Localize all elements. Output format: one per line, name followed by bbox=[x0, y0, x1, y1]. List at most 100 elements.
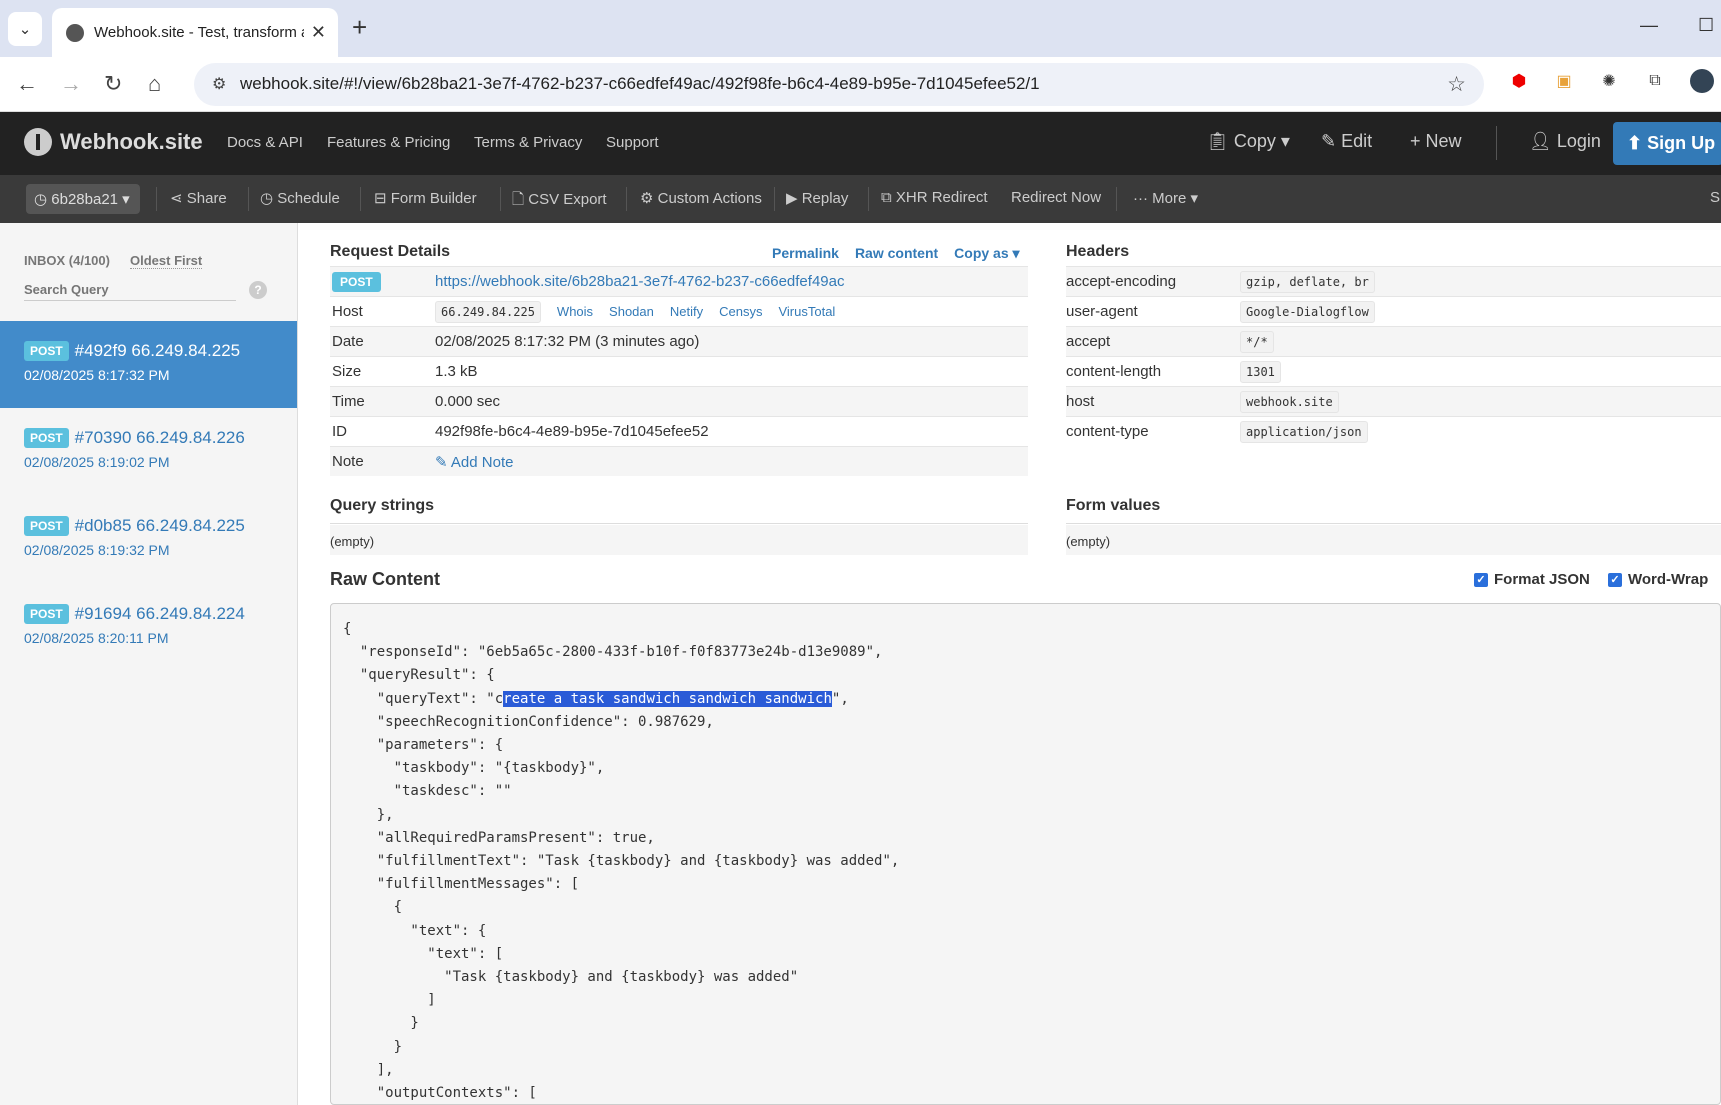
extensions-puzzle-icon[interactable]: ⧉ bbox=[1643, 69, 1667, 93]
new-button[interactable]: + New bbox=[1410, 131, 1462, 152]
maximize-icon[interactable]: ☐ bbox=[1698, 15, 1714, 36]
add-note-button[interactable]: ✎ Add Note bbox=[435, 453, 1028, 471]
request-item[interactable]: POST #492f9 66.249.84.225 02/08/2025 8:17… bbox=[0, 321, 297, 408]
reload-icon[interactable]: ↻ bbox=[104, 71, 122, 97]
divider bbox=[156, 187, 157, 211]
date-label: Date bbox=[332, 333, 364, 350]
tab-search-button[interactable]: ⌄ bbox=[8, 12, 42, 46]
logo-text: Webhook.site bbox=[60, 129, 203, 154]
replay-button[interactable]: ▶ Replay bbox=[786, 189, 848, 207]
raw-content-link[interactable]: Raw content bbox=[855, 245, 938, 262]
custom-actions-button[interactable]: ⚙ Custom Actions bbox=[640, 189, 762, 207]
bookmark-star-icon[interactable]: ☆ bbox=[1447, 72, 1466, 97]
header-value: webhook.site bbox=[1240, 390, 1339, 413]
tab-title: Webhook.site - Test, transform a bbox=[94, 24, 304, 41]
site-logo[interactable]: Webhook.site bbox=[24, 128, 203, 156]
image-extension-icon[interactable]: ▣ bbox=[1552, 69, 1576, 93]
upload-icon: ⬆ bbox=[1627, 133, 1648, 153]
sort-oldest-first[interactable]: Oldest First bbox=[130, 253, 203, 269]
signup-button[interactable]: ⬆ Sign Up bbox=[1613, 122, 1721, 165]
time-value: 0.000 sec bbox=[435, 393, 501, 410]
id-label: ID bbox=[332, 423, 347, 440]
size-value: 1.3 kB bbox=[435, 363, 478, 380]
request-item[interactable]: POST #70390 66.249.84.226 02/08/2025 8:19… bbox=[0, 408, 297, 495]
form-values-value: (empty) bbox=[1066, 525, 1721, 555]
nav-features[interactable]: Features & Pricing bbox=[327, 134, 450, 151]
browser-tab[interactable]: Webhook.site - Test, transform a ✕ bbox=[52, 8, 338, 57]
virustotal-link[interactable]: VirusTotal bbox=[778, 304, 835, 319]
nav-support[interactable]: Support bbox=[606, 134, 659, 151]
nav-terms[interactable]: Terms & Privacy bbox=[474, 134, 582, 151]
table-row: user-agent Google-Dialogflow bbox=[1066, 296, 1721, 326]
time-label: Time bbox=[332, 393, 365, 410]
url-text[interactable]: webhook.site/#!/view/6b28ba21-3e7f-4762-… bbox=[240, 74, 1040, 94]
header-value: gzip, deflate, br bbox=[1240, 270, 1375, 293]
form-icon: ⊟ bbox=[374, 190, 391, 207]
csv-export-button[interactable]: 🗋︎ CSV Export bbox=[512, 189, 607, 214]
copy-as-dropdown[interactable]: Copy as ▾ bbox=[954, 245, 1019, 262]
adblock-extension-icon[interactable]: ⬢ bbox=[1507, 69, 1531, 93]
form-builder-button[interactable]: ⊟ Form Builder bbox=[374, 189, 477, 207]
inbox-count: INBOX (4/100) bbox=[24, 253, 110, 268]
profile-avatar[interactable] bbox=[1690, 69, 1714, 93]
request-time: 02/08/2025 8:20:11 PM bbox=[24, 630, 169, 646]
plus-icon: + bbox=[1410, 131, 1426, 151]
table-row: Host 66.249.84.225 Whois Shodan Netify C… bbox=[330, 296, 1028, 326]
site-settings-icon[interactable]: ⚙ bbox=[212, 74, 226, 94]
forward-icon[interactable]: → bbox=[60, 71, 82, 97]
header-key: host bbox=[1066, 393, 1095, 410]
copy-button[interactable]: 📋︎ Copy ▾ bbox=[1206, 131, 1290, 152]
external-icon: ⧉ bbox=[881, 189, 896, 206]
request-url-link[interactable]: https://webhook.site/6b28ba21-3e7f-4762-… bbox=[435, 273, 844, 290]
divider bbox=[360, 187, 361, 211]
censys-link[interactable]: Censys bbox=[719, 304, 762, 319]
share-button[interactable]: ⋖ Share bbox=[170, 189, 227, 207]
table-row: Time 0.000 sec bbox=[330, 386, 1028, 416]
xhr-redirect-button[interactable]: ⧉ XHR Redirect bbox=[881, 189, 988, 206]
login-button[interactable]: 👤︎ Login bbox=[1529, 131, 1601, 152]
shodan-link[interactable]: Shodan bbox=[609, 304, 654, 319]
divider bbox=[1116, 187, 1117, 211]
share-icon: ⋖ bbox=[170, 190, 187, 207]
search-query-input[interactable] bbox=[24, 279, 236, 301]
request-sidebar: INBOX (4/100) Oldest First ? POST #492f9 … bbox=[0, 223, 298, 1105]
raw-content-body[interactable]: { "responseId": "6eb5a65c-2800-433f-b10f… bbox=[330, 603, 1721, 1105]
browser-tabbar: ⌄ Webhook.site - Test, transform a ✕ + —… bbox=[0, 0, 1721, 57]
word-wrap-checkbox[interactable]: ✓ Word-Wrap bbox=[1608, 571, 1708, 588]
table-row: accept */* bbox=[1066, 326, 1721, 356]
home-icon[interactable]: ⌂ bbox=[148, 71, 161, 97]
headers-heading: Headers bbox=[1066, 243, 1130, 260]
nav-docs[interactable]: Docs & API bbox=[227, 134, 303, 151]
header-key: content-type bbox=[1066, 423, 1149, 440]
redirect-now-button[interactable]: Redirect Now bbox=[1011, 189, 1101, 206]
netify-link[interactable]: Netify bbox=[670, 304, 703, 319]
request-item[interactable]: POST #d0b85 66.249.84.225 02/08/2025 8:19… bbox=[0, 496, 297, 583]
schedule-button[interactable]: ◷ Schedule bbox=[260, 189, 340, 207]
headers-table: accept-encoding gzip, deflate, br user-ag… bbox=[1066, 266, 1721, 446]
settings-extension-icon[interactable]: ✺ bbox=[1597, 69, 1621, 93]
new-tab-icon[interactable]: + bbox=[352, 12, 367, 43]
omnibox[interactable]: ⚙ webhook.site/#!/view/6b28ba21-3e7f-476… bbox=[194, 63, 1484, 106]
close-tab-icon[interactable]: ✕ bbox=[311, 22, 326, 43]
request-title: #91694 66.249.84.224 bbox=[74, 604, 245, 623]
header-value: application/json bbox=[1240, 420, 1368, 443]
request-item[interactable]: POST #91694 66.249.84.224 02/08/2025 8:20… bbox=[0, 584, 297, 671]
permalink-link[interactable]: Permalink bbox=[772, 245, 839, 262]
help-icon[interactable]: ? bbox=[249, 281, 267, 299]
edit-button[interactable]: ✎ Edit bbox=[1321, 131, 1372, 152]
form-values-heading: Form values bbox=[1066, 497, 1721, 524]
more-dropdown[interactable]: ··· More ▾ bbox=[1133, 189, 1198, 207]
method-badge: POST bbox=[24, 516, 69, 536]
logo-icon bbox=[24, 128, 52, 156]
divider bbox=[248, 187, 249, 211]
table-row: content-type application/json bbox=[1066, 416, 1721, 446]
request-details-heading: Request Details bbox=[330, 243, 451, 260]
format-json-checkbox[interactable]: ✓ Format JSON bbox=[1474, 571, 1590, 588]
whois-link[interactable]: Whois bbox=[557, 304, 593, 319]
minimize-icon[interactable]: — bbox=[1640, 15, 1658, 36]
note-label: Note bbox=[332, 453, 364, 470]
request-time: 02/08/2025 8:19:32 PM bbox=[24, 542, 170, 558]
token-dropdown[interactable]: ◷ 6b28ba21 ▾ bbox=[26, 184, 140, 214]
header-divider bbox=[1496, 126, 1497, 160]
back-icon[interactable]: ← bbox=[16, 71, 38, 97]
